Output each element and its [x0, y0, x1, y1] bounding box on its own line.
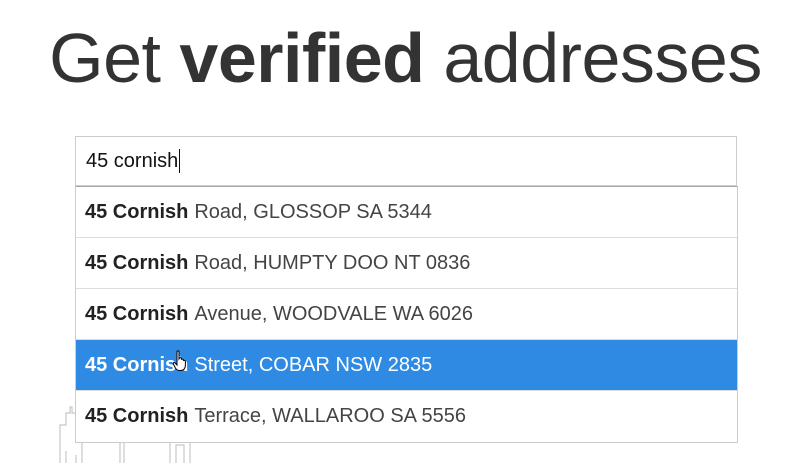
suggestion-match: 45 Cornish — [85, 405, 189, 427]
suggestions-dropdown: 45 Cornish Road, GLOSSOP SA 5344 45 Corn… — [75, 186, 738, 443]
headline-bold-word: verified — [179, 19, 425, 97]
suggestion-item-highlighted[interactable]: 45 Cornish Street, COBAR NSW 2835 — [76, 340, 737, 391]
suggestion-match: 45 Cornish — [85, 302, 189, 325]
suggestion-item[interactable]: 45 Cornish Terrace, WALLAROO SA 5556 — [76, 391, 737, 442]
page-headline: Get verified addresses — [0, 16, 811, 100]
suggestion-rest: Street, COBAR NSW 2835 — [194, 353, 433, 376]
page: Get verified addresses 45 cornish 45 Cor… — [0, 0, 811, 463]
suggestion-rest: Terrace, WALLAROO SA 5556 — [194, 405, 466, 427]
suggestion-rest: Road, HUMPTY DOO NT 0836 — [194, 251, 471, 274]
address-search-box[interactable]: 45 cornish — [75, 136, 737, 186]
suggestion-item[interactable]: 45 Cornish Road, GLOSSOP SA 5344 — [76, 187, 737, 238]
suggestion-match: 45 Cornish — [85, 251, 189, 274]
suggestion-item[interactable]: 45 Cornish Road, HUMPTY DOO NT 0836 — [76, 238, 737, 289]
headline-prefix: Get — [49, 19, 161, 97]
hand-pointer-icon — [172, 350, 186, 371]
text-caret — [179, 149, 181, 173]
search-input-value: 45 cornish — [86, 149, 179, 172]
suggestion-item[interactable]: 45 Cornish Avenue, WOODVALE WA 6026 — [76, 289, 737, 340]
suggestion-rest: Avenue, WOODVALE WA 6026 — [194, 302, 474, 325]
address-search-input[interactable]: 45 cornish — [76, 137, 736, 185]
suggestion-match: 45 Cornish — [85, 200, 189, 223]
headline-suffix: addresses — [443, 19, 762, 97]
suggestion-rest: Road, GLOSSOP SA 5344 — [194, 200, 432, 223]
